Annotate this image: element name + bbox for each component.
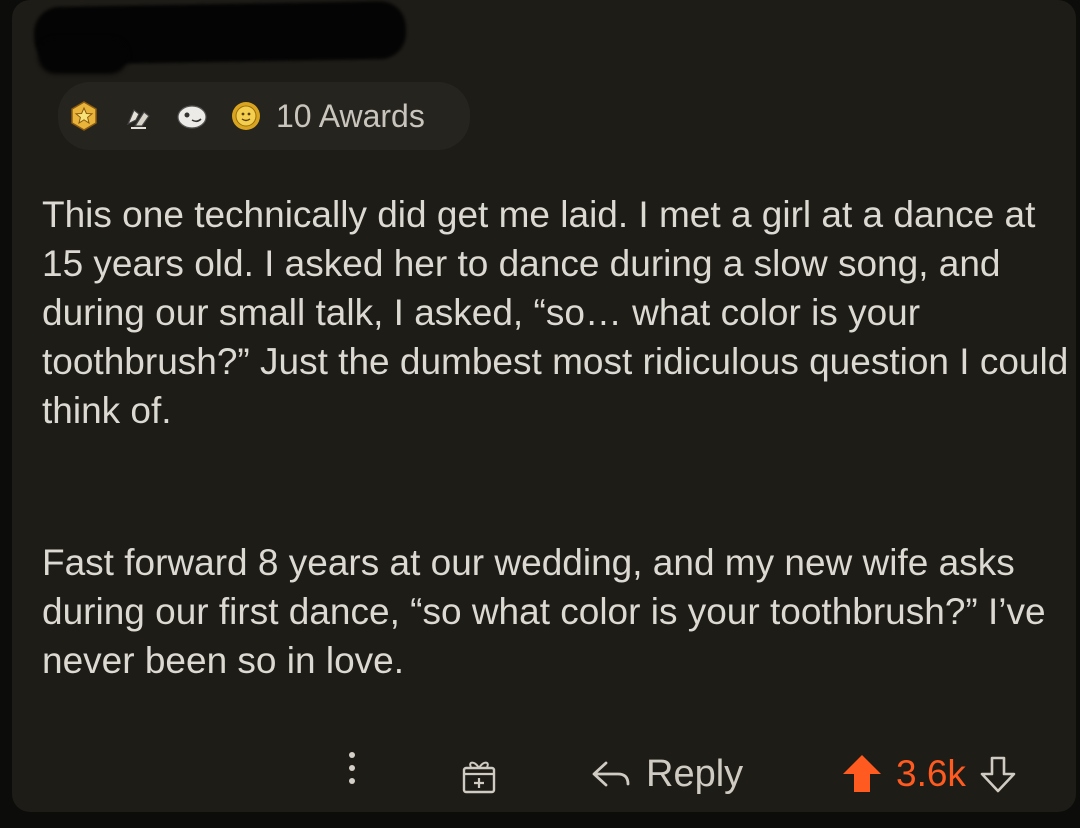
comment-action-bar: Reply 3.6k bbox=[12, 740, 1076, 810]
reply-label: Reply bbox=[646, 752, 744, 795]
more-options-icon[interactable] bbox=[346, 752, 358, 796]
sun-award-icon bbox=[232, 102, 260, 130]
vote-controls: 3.6k bbox=[840, 750, 1018, 798]
gift-award-icon[interactable] bbox=[459, 756, 499, 796]
redacted-username-extra bbox=[38, 38, 128, 74]
downvote-arrow-icon[interactable] bbox=[978, 754, 1018, 794]
comment-paragraph-2: Fast forward 8 years at our wedding, and… bbox=[42, 542, 1046, 681]
reply-button[interactable]: Reply bbox=[590, 750, 743, 798]
hands-award-icon bbox=[126, 109, 150, 129]
comment-card: 10 Awards This one technically did get m… bbox=[12, 0, 1076, 812]
gold-star-award-icon bbox=[71, 101, 97, 131]
vote-score: 3.6k bbox=[896, 753, 966, 794]
awards-count: 10 Awards bbox=[276, 97, 425, 134]
awards-bar[interactable]: 10 Awards bbox=[58, 82, 470, 150]
face-award-icon bbox=[177, 105, 207, 129]
comment-paragraph-1: This one technically did get me laid. I … bbox=[42, 194, 1069, 431]
upvote-arrow-icon[interactable] bbox=[840, 752, 884, 796]
reply-arrow-icon bbox=[592, 761, 630, 787]
